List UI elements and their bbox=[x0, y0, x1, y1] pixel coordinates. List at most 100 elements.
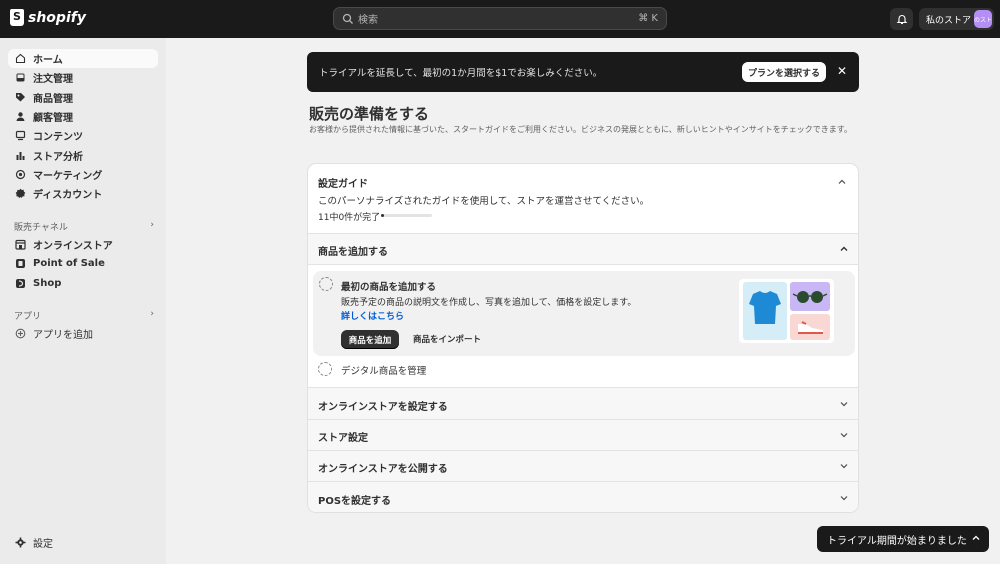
top-bar: shopify 検索 ⌘ K 私のストア のスト bbox=[0, 0, 1000, 38]
trial-started-toast[interactable]: トライアル期間が始まりました bbox=[817, 526, 989, 552]
search-shortcut: ⌘ K bbox=[638, 13, 658, 24]
task-title: 最初の商品を追加する bbox=[341, 282, 437, 293]
search-placeholder: 検索 bbox=[358, 15, 378, 26]
sidebar-item-settings[interactable]: 設定 bbox=[8, 533, 158, 552]
sidebar-item-label: 設定 bbox=[33, 539, 53, 550]
search-icon bbox=[342, 13, 353, 24]
trial-banner: トライアルを延長して、最初の1か月間を$1でお楽しみください。 プランを選択する… bbox=[307, 52, 859, 92]
sidebar-item-shop[interactable]: Shop bbox=[8, 274, 158, 293]
products-illustration bbox=[739, 279, 834, 343]
section-label: ストア設定 bbox=[318, 433, 368, 444]
plus-circle-icon bbox=[15, 328, 26, 339]
gear-icon bbox=[15, 537, 26, 548]
chevron-down-icon bbox=[840, 496, 848, 501]
sidebar: ホーム 注文管理 商品管理 顧客管理 コンテンツ ストア分析 マーケティング デ… bbox=[0, 38, 166, 564]
logo-text: shopify bbox=[28, 9, 86, 26]
pos-icon bbox=[15, 258, 26, 269]
home-icon bbox=[15, 53, 26, 64]
sidebar-item-label: ディスカウント bbox=[33, 190, 103, 201]
sidebar-item-label: ストア分析 bbox=[33, 152, 83, 163]
section-label: オンラインストアを設定する bbox=[318, 402, 448, 413]
progress-text: 11中0件が完了 bbox=[318, 213, 381, 223]
sidebar-item-label: 注文管理 bbox=[33, 74, 73, 85]
chevron-right-icon: › bbox=[150, 309, 154, 319]
tshirt-icon bbox=[749, 291, 781, 324]
notifications-button[interactable] bbox=[890, 8, 913, 30]
search-input[interactable]: 検索 ⌘ K bbox=[333, 7, 667, 30]
sidebar-item-marketing[interactable]: マーケティング bbox=[8, 165, 158, 184]
sidebar-item-home[interactable]: ホーム bbox=[8, 49, 158, 68]
sidebar-item-online-store[interactable]: オンラインストア bbox=[8, 235, 158, 254]
discount-icon bbox=[15, 188, 26, 199]
section-label: オンラインストアを公開する bbox=[318, 464, 448, 475]
progress-fill bbox=[381, 214, 384, 217]
tag-icon bbox=[15, 92, 26, 103]
sidebar-item-add-app[interactable]: アプリを追加 bbox=[8, 324, 158, 343]
chevron-up-icon[interactable] bbox=[838, 178, 846, 186]
shopify-logo[interactable]: shopify bbox=[10, 9, 86, 26]
sidebar-item-pos[interactable]: Point of Sale bbox=[8, 254, 158, 273]
apps-label: アプリ bbox=[14, 312, 42, 322]
sunglasses-icon bbox=[792, 291, 828, 303]
shopify-bag-icon bbox=[10, 9, 24, 26]
sales-channels-heading[interactable]: 販売チャネル › bbox=[14, 220, 154, 233]
divider bbox=[308, 264, 858, 265]
task-add-first-product: 最初の商品を追加する 販売予定の商品の説明文を作成し、写真を追加して、価格を設定… bbox=[313, 271, 855, 356]
sidebar-item-label: Point of Sale bbox=[33, 258, 105, 269]
incomplete-circle-icon[interactable] bbox=[318, 362, 332, 376]
store-menu-button[interactable]: 私のストア のスト bbox=[919, 8, 994, 30]
shop-icon bbox=[15, 278, 26, 289]
section-online-store-setup[interactable]: オンラインストアを設定する bbox=[308, 388, 858, 419]
sidebar-item-content[interactable]: コンテンツ bbox=[8, 126, 158, 145]
content-icon bbox=[15, 130, 26, 141]
learn-more-link[interactable]: 詳しくはこちら bbox=[341, 309, 404, 322]
page-description: お客様から提供された情報に基づいた、スタートガイドをご利用ください。ビジネスの発… bbox=[309, 125, 852, 134]
sidebar-item-orders[interactable]: 注文管理 bbox=[8, 68, 158, 87]
bar-chart-icon bbox=[15, 150, 26, 161]
sidebar-item-discounts[interactable]: ディスカウント bbox=[8, 184, 158, 203]
task-description: 販売予定の商品の説明文を作成し、写真を追加して、価格を設定します。 bbox=[341, 298, 637, 308]
chevron-up-icon bbox=[840, 246, 848, 251]
sidebar-item-label: ホーム bbox=[33, 55, 63, 66]
sidebar-item-label: コンテンツ bbox=[33, 132, 83, 143]
section-publish-store[interactable]: オンラインストアを公開する bbox=[308, 451, 858, 481]
import-products-button[interactable]: 商品をインポート bbox=[413, 333, 481, 345]
inbox-icon bbox=[15, 72, 26, 83]
chevron-down-icon bbox=[840, 464, 848, 469]
sneaker-icon bbox=[798, 321, 823, 334]
close-icon[interactable]: ✕ bbox=[837, 64, 847, 78]
sidebar-item-label: アプリを追加 bbox=[33, 330, 93, 341]
setup-guide-card: 設定ガイド このパーソナライズされたガイドを使用して、ストアを運営させてください… bbox=[307, 163, 859, 513]
guide-title: 設定ガイド bbox=[318, 179, 368, 190]
progress-bar bbox=[381, 214, 432, 217]
toast-text: トライアル期間が始まりました bbox=[827, 535, 967, 547]
store-avatar: のスト bbox=[974, 10, 992, 28]
guide-subtitle: このパーソナライズされたガイドを使用して、ストアを運営させてください。 bbox=[318, 196, 650, 207]
apps-heading[interactable]: アプリ › bbox=[14, 309, 154, 322]
sidebar-item-label: 顧客管理 bbox=[33, 113, 73, 124]
sidebar-item-customers[interactable]: 顧客管理 bbox=[8, 107, 158, 126]
section-store-settings[interactable]: ストア設定 bbox=[308, 420, 858, 450]
store-icon bbox=[15, 239, 26, 250]
chevron-down-icon bbox=[840, 433, 848, 438]
section-label: POSを設定する bbox=[318, 496, 392, 507]
person-icon bbox=[15, 111, 26, 122]
chevron-up-icon bbox=[972, 535, 980, 540]
sidebar-item-label: オンラインストア bbox=[33, 241, 113, 252]
section-pos-setup[interactable]: POSを設定する bbox=[308, 482, 858, 512]
chevron-down-icon bbox=[840, 402, 848, 407]
sidebar-item-products[interactable]: 商品管理 bbox=[8, 88, 158, 107]
select-plan-button[interactable]: プランを選択する bbox=[742, 62, 826, 82]
store-name: 私のストア bbox=[926, 15, 972, 26]
banner-text: トライアルを延長して、最初の1か月間を$1でお楽しみください。 bbox=[319, 68, 603, 79]
incomplete-circle-icon[interactable] bbox=[319, 277, 333, 291]
sidebar-item-analytics[interactable]: ストア分析 bbox=[8, 146, 158, 165]
sidebar-item-label: マーケティング bbox=[33, 171, 103, 182]
illustration-panel bbox=[743, 282, 787, 340]
add-product-button[interactable]: 商品を追加 bbox=[341, 330, 399, 349]
page-title: 販売の準備をする bbox=[309, 105, 430, 123]
section-add-product[interactable]: 商品を追加する bbox=[308, 234, 858, 264]
illustration-panel bbox=[790, 314, 830, 340]
section-label: 商品を追加する bbox=[318, 247, 388, 258]
task-digital-products[interactable]: デジタル商品を管理 bbox=[341, 363, 426, 377]
